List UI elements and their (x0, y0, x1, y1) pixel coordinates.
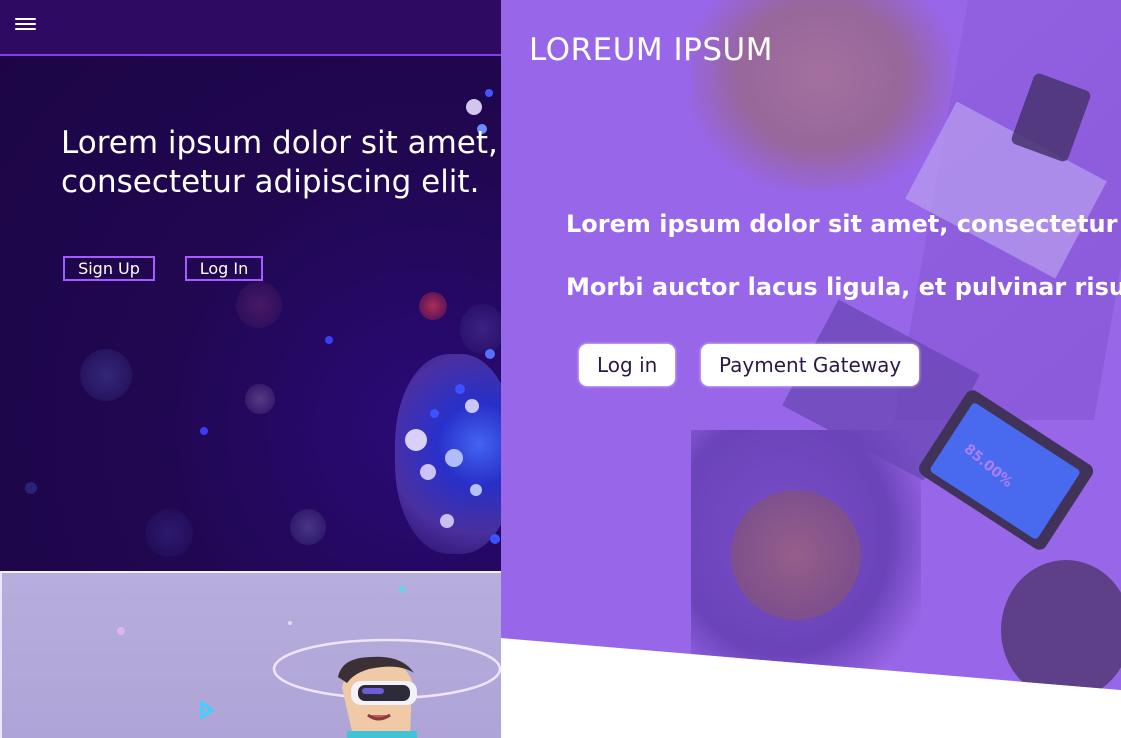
log-in-button-left[interactable]: Log In (185, 256, 263, 281)
right-hero-text-line2: Morbi auctor lacus ligula, et pulvinar r… (566, 273, 1121, 301)
left-heading-line2: consectetur adipiscing elit. (61, 164, 480, 200)
right-hero-text-line1: Lorem ipsum dolor sit amet, consectetur … (566, 210, 1121, 238)
left-heading-line1: Lorem ipsum dolor sit amet, (61, 125, 498, 161)
hamburger-menu-icon[interactable] (15, 18, 36, 32)
log-in-button-right[interactable]: Log in (579, 344, 676, 386)
site-logo: LOREUM IPSUM (529, 32, 773, 68)
vr-headset-character-illustration (117, 585, 501, 738)
right-hero-photo-overlay: 85.00% LOREUM IPSUM Lorem ipsum dolor si… (501, 0, 1121, 690)
left-hero-section: Lorem ipsum dolor sit amet, consectetur … (0, 0, 501, 571)
payment-gateway-button[interactable]: Payment Gateway (701, 344, 920, 386)
vr-illustration-section (0, 571, 501, 738)
left-top-bar (0, 0, 501, 56)
left-hero-heading: Lorem ipsum dolor sit amet, consectetur … (61, 124, 501, 202)
right-hero-section: 85.00% LOREUM IPSUM Lorem ipsum dolor si… (501, 0, 1121, 738)
sign-up-button[interactable]: Sign Up (63, 256, 155, 281)
